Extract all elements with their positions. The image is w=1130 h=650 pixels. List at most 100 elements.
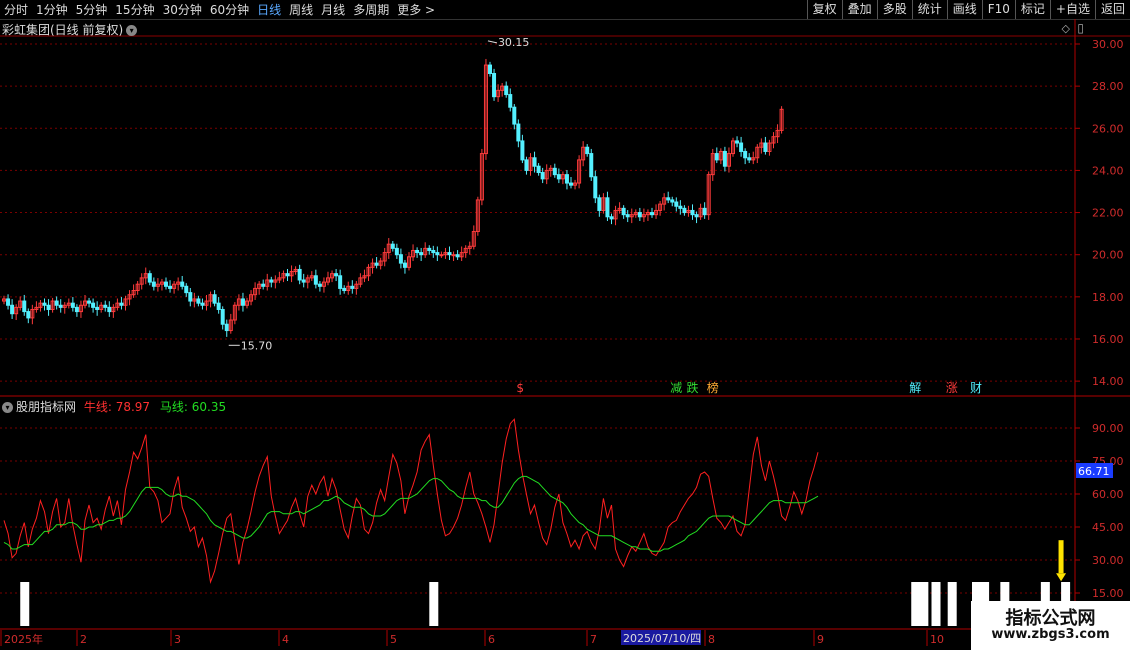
current-value-label: 66.71 [1078, 465, 1110, 478]
candle-body [569, 182, 573, 186]
window-icon[interactable]: ▯ [1077, 21, 1084, 35]
candle-body [743, 150, 748, 159]
candle-body [212, 294, 217, 304]
event-marker: $ [516, 381, 524, 395]
candle-body [682, 207, 687, 214]
candle-body [637, 212, 642, 218]
candle-body [589, 153, 594, 178]
event-marker: 涨 [946, 380, 958, 395]
candle-body [747, 157, 752, 161]
candle-body [74, 306, 79, 313]
candle-body [216, 302, 221, 310]
candle-body [435, 252, 440, 256]
candle-body [536, 165, 541, 174]
candle-body [188, 292, 193, 302]
candle-body [200, 302, 205, 306]
candle-body [605, 197, 610, 218]
chevron-down-icon[interactable]: ▾ [2, 402, 13, 413]
candle-body [402, 262, 407, 268]
candle-body [488, 64, 492, 74]
candle-body [508, 94, 513, 108]
signal-arrow-head [1056, 573, 1067, 582]
kline-chart[interactable]: 30.00 28.00 26.00 24.00 22.00 20.00 18.00 16.00… [0, 0, 1130, 650]
candle-body [585, 146, 590, 155]
x-axis-label: 2025年 [4, 632, 43, 646]
candle-body [504, 85, 509, 96]
candle-body [196, 298, 201, 304]
x-axis-label: 2 [80, 633, 87, 646]
candle-body [95, 306, 100, 310]
candle-body [739, 142, 744, 152]
candle-body [415, 249, 420, 254]
candle-body [240, 298, 245, 306]
candle-body [398, 254, 403, 264]
candle-body [674, 201, 679, 207]
candle-body [609, 216, 614, 220]
event-marker: 跌 [687, 380, 699, 395]
candle-body [419, 252, 424, 256]
candle-body [564, 174, 569, 184]
candle-body [26, 311, 31, 319]
line2-legend: 马线: 60.35 [159, 400, 227, 414]
candle-body [390, 243, 395, 249]
candle-body [714, 153, 719, 161]
candle-body [431, 249, 436, 254]
candle-body [342, 287, 347, 292]
candle-body [556, 174, 561, 180]
signal-bar [931, 582, 941, 626]
event-marker: 财 [970, 381, 982, 395]
diamond-icon[interactable]: ◇ [1062, 22, 1070, 35]
candle-body [439, 254, 444, 257]
candle-body [350, 285, 355, 289]
candle-body [666, 197, 671, 201]
signal-bar [911, 582, 921, 626]
candle-body [103, 304, 108, 308]
crosshair-date-label: 2025/07/10/四 [623, 632, 701, 645]
candle-body [540, 172, 545, 180]
min-price-label: 15.70 [241, 339, 273, 352]
candle-body [451, 254, 456, 257]
candle-body [690, 209, 695, 216]
candle-body [168, 285, 173, 289]
signal-bar [429, 582, 439, 626]
candle-body [593, 176, 598, 199]
candle-body [520, 140, 525, 161]
candle-body [10, 304, 15, 315]
candle-body [180, 281, 185, 287]
candle-body [374, 262, 379, 266]
x-axis-label: 8 [708, 633, 715, 646]
candle-body [516, 123, 521, 142]
candle-body [220, 308, 225, 325]
y-tick-label: 30.00 [1092, 38, 1124, 51]
x-axis-label: 4 [282, 633, 289, 646]
candle-body [524, 159, 529, 171]
candle-body [702, 207, 707, 216]
candle-body [670, 199, 675, 203]
candle-body [147, 273, 152, 283]
y-tick-label: 26.00 [1092, 122, 1124, 135]
candle-body [334, 273, 339, 277]
max-price-pointer [487, 40, 498, 44]
y-tick-label: 30.00 [1092, 554, 1124, 567]
candle-body [70, 302, 75, 308]
candle-body [455, 254, 460, 258]
x-axis-label: 7 [590, 633, 597, 646]
signal-arrow-bar [1058, 540, 1064, 574]
y-tick-label: 45.00 [1092, 521, 1124, 534]
signal-bar [20, 582, 30, 626]
chevron-down-icon[interactable]: ▾ [126, 25, 138, 36]
event-marker: 榜 [707, 380, 719, 395]
candle-body [224, 323, 229, 332]
candle-body [763, 142, 768, 152]
y-tick-label: 90.00 [1092, 422, 1124, 435]
x-axis-label: 6 [488, 633, 495, 646]
candle-body [301, 279, 306, 283]
event-marker: 解 [909, 381, 921, 395]
candle-body [394, 247, 399, 256]
candle-body [650, 212, 654, 216]
candle-body [492, 72, 497, 98]
y-tick-label: 18.00 [1092, 291, 1124, 304]
indicator-name: 股朋指标网 [16, 400, 77, 414]
y-tick-label: 24.00 [1092, 164, 1124, 177]
candle-body [621, 207, 626, 216]
